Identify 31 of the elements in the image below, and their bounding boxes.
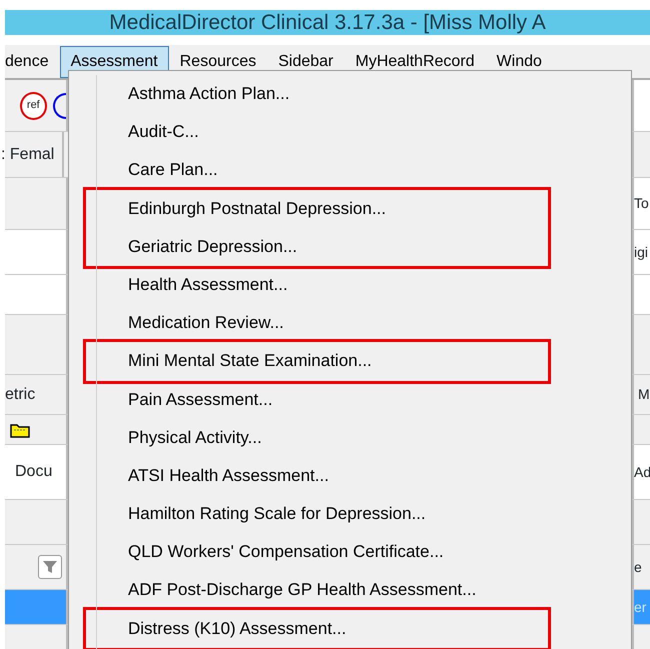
column-header: e: [634, 558, 642, 576]
column-header: M: [638, 385, 650, 404]
row-text: er: [634, 598, 646, 616]
menu-item[interactable]: Physical Activity...: [69, 418, 631, 457]
filter-icon[interactable]: [38, 555, 62, 579]
tab-label: Ad: [634, 462, 650, 482]
menu-item[interactable]: Care Plan...: [69, 151, 631, 190]
menu-item[interactable]: Asthma Action Plan...: [69, 75, 631, 114]
ref-badge[interactable]: ref: [20, 92, 47, 120]
tab-label: Docu: [15, 462, 52, 482]
menu-item[interactable]: Audit-C...: [69, 113, 631, 152]
menu-item[interactable]: Medication Review...: [69, 304, 631, 342]
menu-item[interactable]: Mini Mental State Examination...: [86, 342, 548, 380]
label-text: To: [634, 194, 649, 213]
menu-item[interactable]: Geriatric Depression...: [86, 228, 548, 266]
menu-item[interactable]: QLD Workers' Compensation Certificate...: [69, 533, 631, 572]
menu-item[interactable]: dence: [5, 46, 60, 78]
tab[interactable]: Docu: [5, 445, 68, 499]
window-title: MedicalDirector Clinical 3.17.3a - [Miss Molly A: [109, 10, 546, 35]
menu-item[interactable]: ADF Post-Discharge GP Health Assessment...: [69, 571, 631, 610]
menu-item[interactable]: ATSI Health Assessment...: [69, 456, 631, 496]
menu-item[interactable]: Health Assessment...: [69, 266, 631, 304]
menu-item[interactable]: Edinburgh Postnatal Depression...: [86, 190, 548, 228]
folder-icon[interactable]: [10, 422, 30, 438]
tab[interactable]: Ad: [632, 445, 650, 499]
label-text: igi: [634, 242, 648, 262]
menu-item[interactable]: Hamilton Rating Scale for Depression...: [69, 495, 631, 534]
column-header: etric: [5, 384, 36, 404]
sex-label: : Femal: [1, 144, 54, 164]
menu-item[interactable]: Pain Assessment...: [69, 380, 631, 419]
menu-item[interactable]: Distress (K10) Assessment...: [86, 610, 548, 648]
